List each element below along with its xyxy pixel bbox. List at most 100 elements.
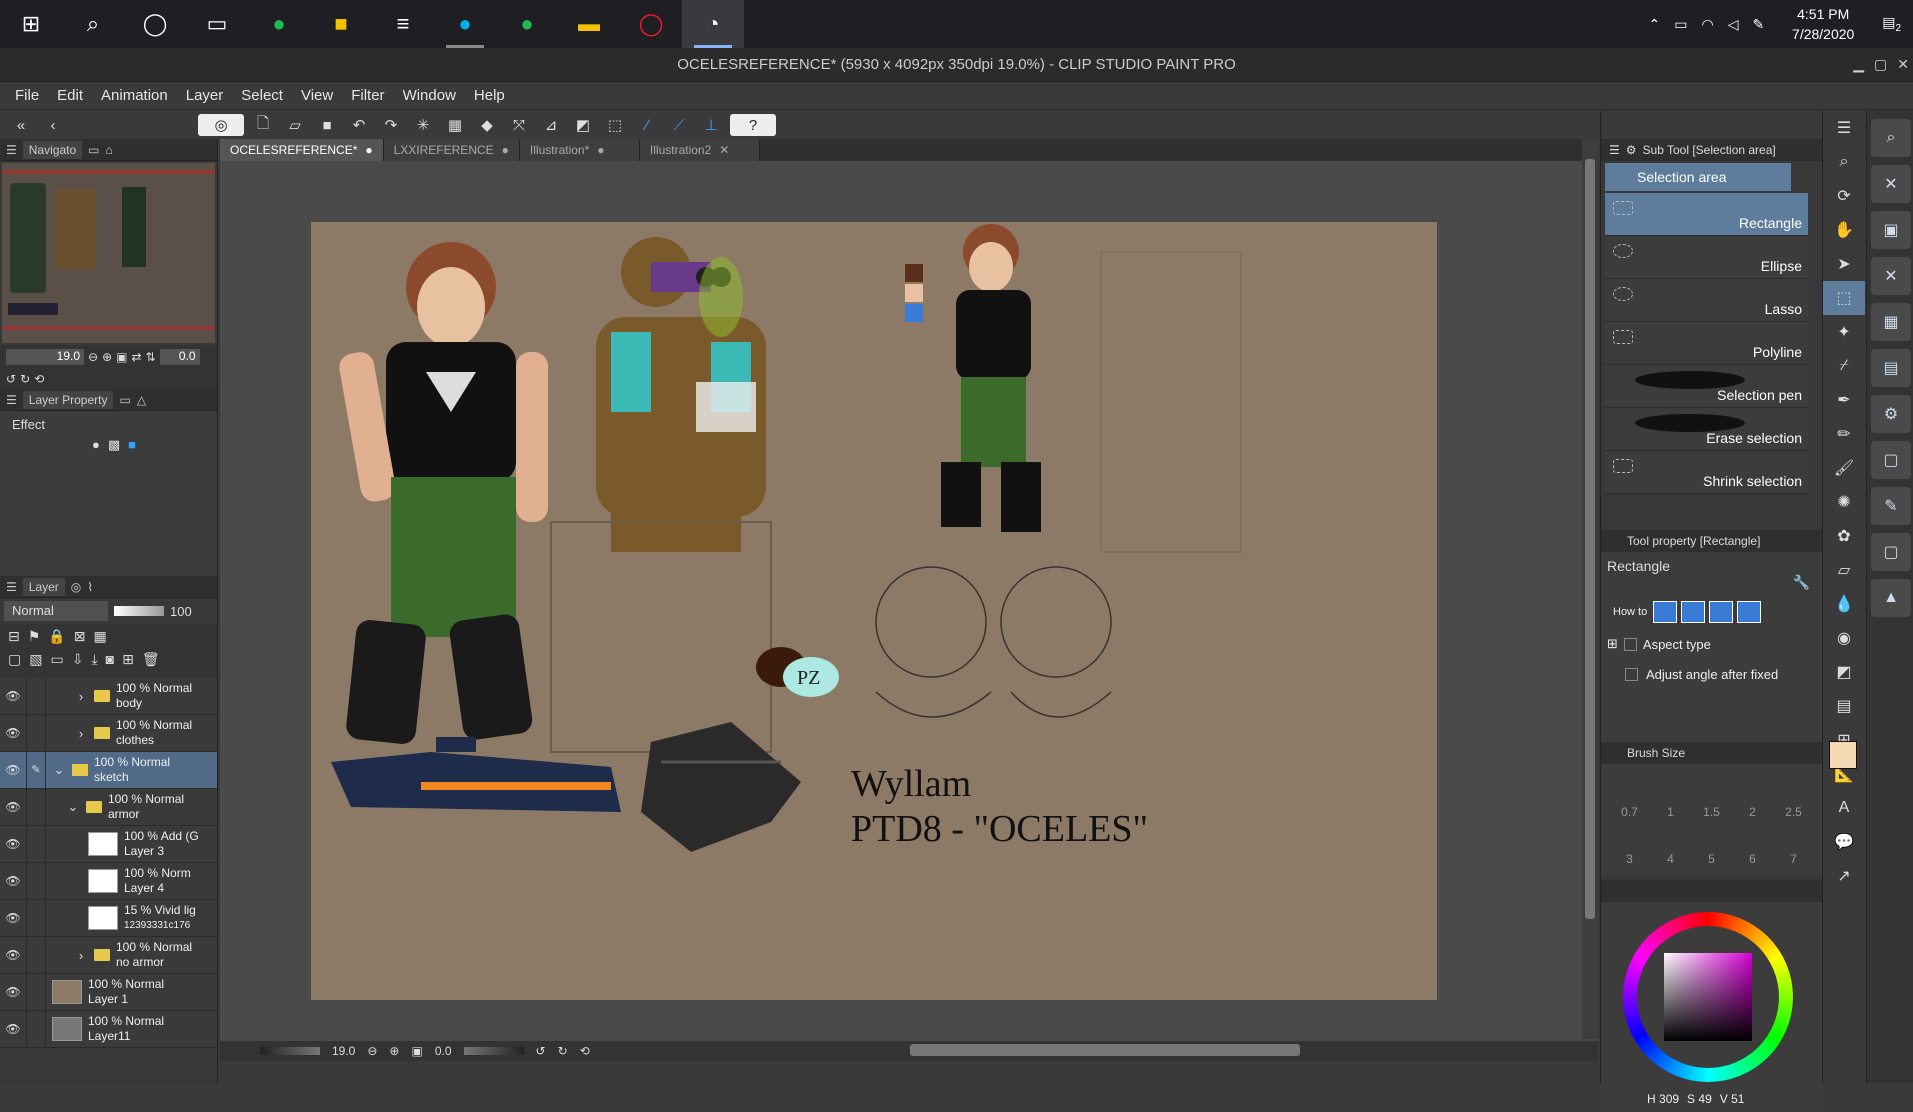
panel-icon-10[interactable]: ▲ [1871,579,1911,617]
panel-menu-icon[interactable]: ☰ [6,143,17,157]
pencil-tool-icon[interactable]: ✏ [1823,417,1865,451]
menu-file[interactable]: File [6,87,48,104]
clip-studio-icon[interactable]: ◔ [682,0,744,48]
combine-down-icon[interactable]: ⤓ [91,651,97,668]
reset-rotation-icon[interactable]: ⟲ [580,1044,590,1058]
rotate-left-icon[interactable]: ↺ [6,372,16,386]
task-view-icon[interactable]: ▭ [186,0,248,48]
eraser-icon[interactable]: ◆ [474,114,500,136]
document-tab[interactable]: Illustration*● [520,139,640,161]
eye-icon[interactable]: 👁 [0,763,26,777]
item-bank-tab-icon[interactable]: ▭ [88,143,99,157]
eye-icon[interactable]: 👁 [0,689,26,703]
sub-tool-erase-selection[interactable]: Erase selection [1605,408,1808,451]
tab-icon[interactable]: ◎ [71,580,81,594]
opera-icon[interactable]: ◯ [620,0,682,48]
fit-icon[interactable]: ▣ [116,350,127,364]
artwork-canvas[interactable]: PZ Wyllam PTD8 - "OCELES" [311,222,1437,1000]
trash-icon[interactable]: 🗑 [142,651,160,668]
layer-row[interactable]: 👁 › 100 % Normalno armor [0,937,217,974]
zoom-in-icon[interactable]: ⊕ [102,350,112,364]
menu-edit[interactable]: Edit [48,87,92,104]
sub-tool-ellipse[interactable]: Ellipse [1605,236,1808,279]
menu-view[interactable]: View [292,87,342,104]
special-ruler-snap-icon[interactable]: ⟋ [666,114,692,136]
brush-size-option[interactable]: 7 [1773,852,1814,866]
border-effect-icon[interactable]: ● [92,437,100,453]
wifi-icon[interactable]: ◠ [1701,16,1713,33]
eye-icon[interactable]: 👁 [0,911,26,925]
new-raster-layer-icon[interactable]: ▢ [8,651,21,668]
reset-rotation-icon[interactable]: ⟲ [34,372,44,386]
skype-icon[interactable]: ● [434,0,496,48]
crop-icon[interactable]: ⊿ [538,114,564,136]
transform-icon[interactable]: ⤧ [506,114,532,136]
pen-tool-icon[interactable]: ✒ [1823,383,1865,417]
chevron-right-icon[interactable]: › [74,726,88,741]
layer-property-tab[interactable]: Layer Property [23,391,114,409]
layer-row[interactable]: 👁 15 % Vivid lig12393331c176 [0,900,217,937]
sub-tool-polyline[interactable]: Polyline [1605,322,1808,365]
reference-layer-icon[interactable]: ⚑ [28,628,41,645]
layer-row[interactable]: 👁 100 % NormalLayer 1 [0,974,217,1011]
pen-icon[interactable]: ✎ [26,752,46,789]
spotify-2-icon[interactable]: ● [496,0,558,48]
eye-icon[interactable]: 👁 [0,874,26,888]
decoration-tool-icon[interactable]: ✿ [1823,519,1865,553]
menu-window[interactable]: Window [394,87,465,104]
search-icon[interactable]: ⌕ [1871,119,1911,157]
correct-line-tool-icon[interactable]: ↗ [1823,859,1865,893]
brush-size-option[interactable]: 2.5 [1773,805,1814,819]
create-mask-icon[interactable]: ◙ [106,651,114,668]
lock-icon[interactable]: 🔒 [48,628,65,645]
brush-size-option[interactable]: 4 [1650,852,1691,866]
opacity-slider[interactable] [114,606,164,616]
layer-row[interactable]: 👁 100 % NormalLayer11 [0,1011,217,1048]
zoom-tool-icon[interactable]: ⌕ [1823,145,1865,179]
help-icon[interactable]: ? [730,114,776,136]
eye-icon[interactable]: 👁 [0,837,26,851]
maximize-icon[interactable]: ▢ [1874,56,1887,73]
layer-row[interactable]: 👁 › 100 % Normalbody [0,678,217,715]
document-tab[interactable]: LXXIREFERENCE● [384,139,520,161]
canvas-area[interactable]: OCELESREFERENCE*● LXXIREFERENCE● Illustr… [220,139,1598,1061]
aspect-type-checkbox[interactable] [1624,638,1637,651]
navigator-tab[interactable]: Navigato [23,141,82,159]
clock[interactable]: 4:51 PM 7/28/2020 [1778,4,1868,44]
wrench-icon[interactable]: 🔧 [1793,574,1810,591]
layer-search-tab-icon[interactable]: ⌂ [105,143,112,157]
battery-icon[interactable]: ▭ [1674,16,1687,33]
save-icon[interactable]: ■ [314,114,340,136]
panel-menu-icon[interactable]: ☰ [6,393,17,407]
tab-icon-2[interactable]: ⌇ [87,580,93,594]
blend-mode-select[interactable]: Normal [4,601,108,621]
selection-tool-icon[interactable]: ⬚ [1823,281,1865,315]
grid-snap-icon[interactable]: ⊥ [698,114,724,136]
file-explorer-icon[interactable]: ▬ [558,0,620,48]
panel-icon-2[interactable]: ▣ [1871,211,1911,249]
panel-icon-3[interactable]: ✕ [1871,257,1911,295]
saturation-value-square[interactable] [1664,953,1752,1041]
panel-icon-8[interactable]: ✎ [1871,487,1911,525]
close-icon[interactable]: ● [597,143,604,157]
vertical-scrollbar[interactable] [1582,139,1598,1039]
navigator-rotation-slider[interactable]: 0.0 [160,349,200,365]
document-tab[interactable]: Illustration2✕ [640,139,760,161]
move-tool-icon[interactable]: ✋ [1823,213,1865,247]
sub-tool-selection-pen[interactable]: Selection pen [1605,365,1808,408]
flip-v-icon[interactable]: ⇅ [146,350,156,364]
minimize-icon[interactable]: ▁ [1853,56,1864,73]
new-folder-icon[interactable]: ▭ [50,651,63,668]
panel-icon-5[interactable]: ▤ [1871,349,1911,387]
auto-select-icon[interactable]: ✦ [1823,315,1865,349]
v-value[interactable]: 51 [1731,1092,1744,1106]
stack-icon[interactable]: ≡ [372,0,434,48]
main-color-swatch[interactable] [1829,741,1857,769]
sub-tool-group-button[interactable]: Selection area [1605,163,1791,191]
chevron-left-icon[interactable]: ‹ [40,114,66,136]
sub-tool-lasso[interactable]: Lasso [1605,279,1808,322]
airbrush-tool-icon[interactable]: ✺ [1823,485,1865,519]
zoom-slider[interactable] [260,1047,320,1055]
eye-icon[interactable]: 👁 [0,726,26,740]
blend-tool-icon[interactable]: 💧 [1823,587,1865,621]
